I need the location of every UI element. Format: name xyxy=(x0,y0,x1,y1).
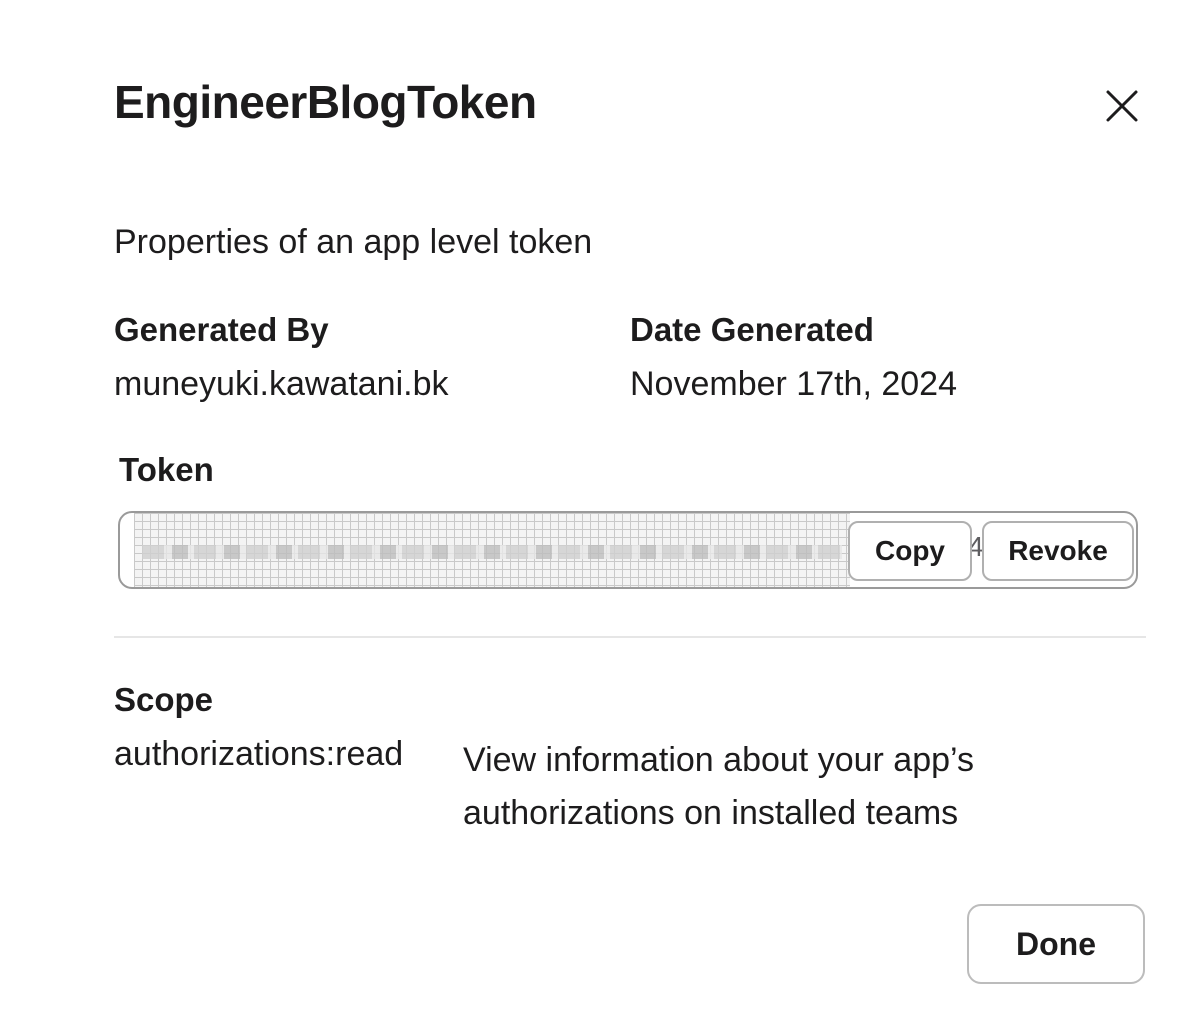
token-value-redacted xyxy=(134,513,850,587)
dialog-title: EngineerBlogToken xyxy=(114,76,537,128)
token-label: Token xyxy=(119,451,214,488)
date-generated-value: November 17th, 2024 xyxy=(630,365,957,403)
generated-by-label: Generated By xyxy=(114,311,329,348)
scope-item-name: authorizations:read xyxy=(114,735,404,773)
close-icon xyxy=(1106,90,1138,122)
scope-item-description: View information about your app’s author… xyxy=(463,741,974,832)
copy-button[interactable]: Copy xyxy=(848,521,972,581)
close-button[interactable] xyxy=(1096,80,1148,132)
generated-by-value: muneyuki.kawatani.bk xyxy=(114,365,449,403)
revoke-button[interactable]: Revoke xyxy=(982,521,1134,581)
date-generated-label: Date Generated xyxy=(630,311,874,348)
dialog-subtitle: Properties of an app level token xyxy=(114,223,593,261)
token-field[interactable]: 4 Copy Revoke xyxy=(118,511,1138,589)
scope-label: Scope xyxy=(114,681,214,718)
section-divider xyxy=(114,636,1146,638)
token-properties-dialog: EngineerBlogToken Properties of an app l… xyxy=(0,0,1200,1009)
done-button[interactable]: Done xyxy=(967,904,1145,984)
